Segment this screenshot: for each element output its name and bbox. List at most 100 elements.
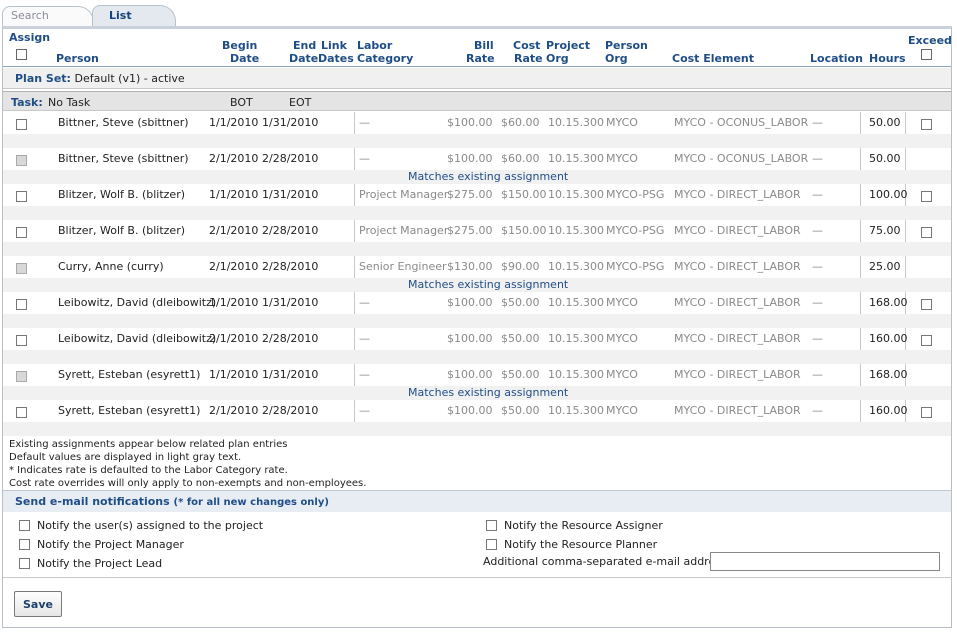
cell-labor-category: —	[359, 332, 370, 345]
cell-labor-category: —	[359, 296, 370, 309]
cell-labor-category: —	[359, 368, 370, 381]
cell-cost-rate: $50.00	[501, 332, 540, 345]
save-button[interactable]: Save	[14, 591, 62, 617]
notify-assigned-checkbox[interactable]	[19, 520, 30, 531]
cell-hours[interactable]: 50.00	[869, 116, 901, 129]
table-row: Blitzer, Wolf B. (blitzer) 1/1/2010 1/31/2…	[3, 184, 951, 220]
notify-assigner-checkbox[interactable]	[486, 520, 497, 531]
header-link-dates-1: Link	[321, 39, 347, 52]
assign-all-checkbox[interactable]	[16, 49, 27, 60]
cell-location: —	[812, 296, 823, 309]
cell-person: Bittner, Steve (sbittner)	[58, 116, 189, 129]
matches-existing-label: Matches existing assignment	[408, 170, 569, 183]
cell-person: Curry, Anne (curry)	[58, 260, 164, 273]
exceed-checkbox[interactable]	[921, 227, 932, 238]
additional-emails-input[interactable]	[710, 552, 940, 571]
cell-location: —	[812, 152, 823, 165]
cell-hours[interactable]: 168.00	[869, 296, 908, 309]
row-spacer	[3, 242, 951, 256]
assign-checkbox[interactable]	[16, 227, 27, 238]
plan-set-label: Plan Set:	[15, 72, 71, 85]
matches-existing-label: Matches existing assignment	[408, 386, 569, 399]
header-bill-rate-2: Rate	[466, 52, 495, 65]
cell-bill-rate: $130.00	[447, 260, 493, 273]
assign-checkbox[interactable]	[16, 191, 27, 202]
exceed-checkbox[interactable]	[921, 119, 932, 130]
cell-labor-category: Senior Engineer	[359, 260, 447, 273]
notify-pm-checkbox[interactable]	[19, 539, 30, 550]
notify-assigner-label: Notify the Resource Assigner	[504, 519, 663, 532]
column-divider	[905, 256, 906, 278]
tab-search[interactable]: Search	[2, 6, 94, 27]
cell-end-date: 2/28/2010	[262, 332, 319, 345]
cell-end-date: 2/28/2010	[262, 224, 319, 237]
cell-person-org: MYCO	[606, 368, 638, 381]
assign-checkbox[interactable]	[16, 407, 27, 418]
cell-begin-date: 1/1/2010	[209, 188, 259, 201]
table-row: Syrett, Esteban (esyrett1) 1/1/2010 1/31/2…	[3, 364, 951, 400]
notify-planner-checkbox[interactable]	[486, 539, 497, 550]
plan-set-bar: Plan Set: Default (v1) - active	[3, 68, 951, 89]
header-labor-category-1: Labor	[357, 39, 393, 52]
exceed-checkbox[interactable]	[921, 335, 932, 346]
assign-checkbox[interactable]	[16, 299, 27, 310]
cell-begin-date: 1/1/2010	[209, 368, 259, 381]
cell-cost-rate: $150.00	[501, 188, 547, 201]
header-labor-category-2: Category	[357, 52, 414, 65]
table-row: Syrett, Esteban (esyrett1) 2/1/2010 2/28/2…	[3, 400, 951, 436]
column-divider	[860, 148, 861, 170]
cell-cost-rate: $150.00	[501, 224, 547, 237]
column-divider	[860, 256, 861, 278]
task-value: No Task	[48, 96, 91, 109]
cell-labor-category: —	[359, 152, 370, 165]
cell-bill-rate: $100.00	[447, 332, 493, 345]
cell-begin-date: 2/1/2010	[209, 260, 259, 273]
cell-hours[interactable]: 25.00	[869, 260, 901, 273]
cell-hours[interactable]: 160.00	[869, 404, 908, 417]
cell-project-org: 10.15.300	[548, 224, 604, 237]
cell-bill-rate: $275.00	[447, 224, 493, 237]
tab-list[interactable]: List	[92, 5, 176, 27]
header-end-date-1: End	[293, 39, 317, 52]
cell-project-org: 10.15.300	[548, 296, 604, 309]
cell-hours[interactable]: 168.00	[869, 368, 908, 381]
cell-person: Bittner, Steve (sbittner)	[58, 152, 189, 165]
cell-hours[interactable]: 100.00	[869, 188, 908, 201]
task-eot: EOT	[289, 96, 312, 109]
exceed-checkbox[interactable]	[921, 299, 932, 310]
cell-end-date: 1/31/2010	[262, 116, 319, 129]
email-section-header: Send e-mail notifications (* for all new…	[3, 490, 951, 512]
exceed-checkbox[interactable]	[921, 191, 932, 202]
cell-person-org: MYCO-PSG	[606, 188, 665, 201]
cell-end-date: 1/31/2010	[262, 296, 319, 309]
cell-hours[interactable]: 75.00	[869, 224, 901, 237]
notify-planner-label: Notify the Resource Planner	[504, 538, 658, 551]
header-begin-date-1: Begin	[222, 39, 258, 52]
cell-end-date: 2/28/2010	[262, 260, 319, 273]
assign-checkbox[interactable]	[16, 335, 27, 346]
exceed-checkbox[interactable]	[921, 407, 932, 418]
row-spacer	[3, 350, 951, 364]
cell-end-date: 1/31/2010	[262, 368, 319, 381]
cell-cost-rate: $60.00	[501, 116, 540, 129]
cell-person-org: MYCO	[606, 332, 638, 345]
header-assign: Assign	[9, 31, 51, 44]
cell-hours[interactable]: 50.00	[869, 152, 901, 165]
notify-lead-checkbox[interactable]	[19, 558, 30, 569]
cell-begin-date: 1/1/2010	[209, 116, 259, 129]
column-divider	[354, 184, 355, 206]
notify-lead-label: Notify the Project Lead	[37, 557, 163, 570]
column-divider	[354, 292, 355, 314]
cell-cost-element: MYCO - DIRECT_LABOR	[674, 188, 801, 201]
cell-hours[interactable]: 160.00	[869, 332, 908, 345]
header-begin-date-2: Date	[230, 52, 260, 65]
note-line: Existing assignments appear below relate…	[9, 439, 288, 450]
cell-location: —	[812, 368, 823, 381]
assign-checkbox	[16, 155, 27, 166]
exceed-all-checkbox[interactable]	[921, 49, 932, 60]
cell-project-org: 10.15.300	[548, 332, 604, 345]
header-cost-element: Cost Element	[672, 52, 755, 65]
assign-checkbox[interactable]	[16, 119, 27, 130]
row-spacer	[3, 422, 951, 436]
header-person[interactable]: Person	[56, 52, 99, 65]
